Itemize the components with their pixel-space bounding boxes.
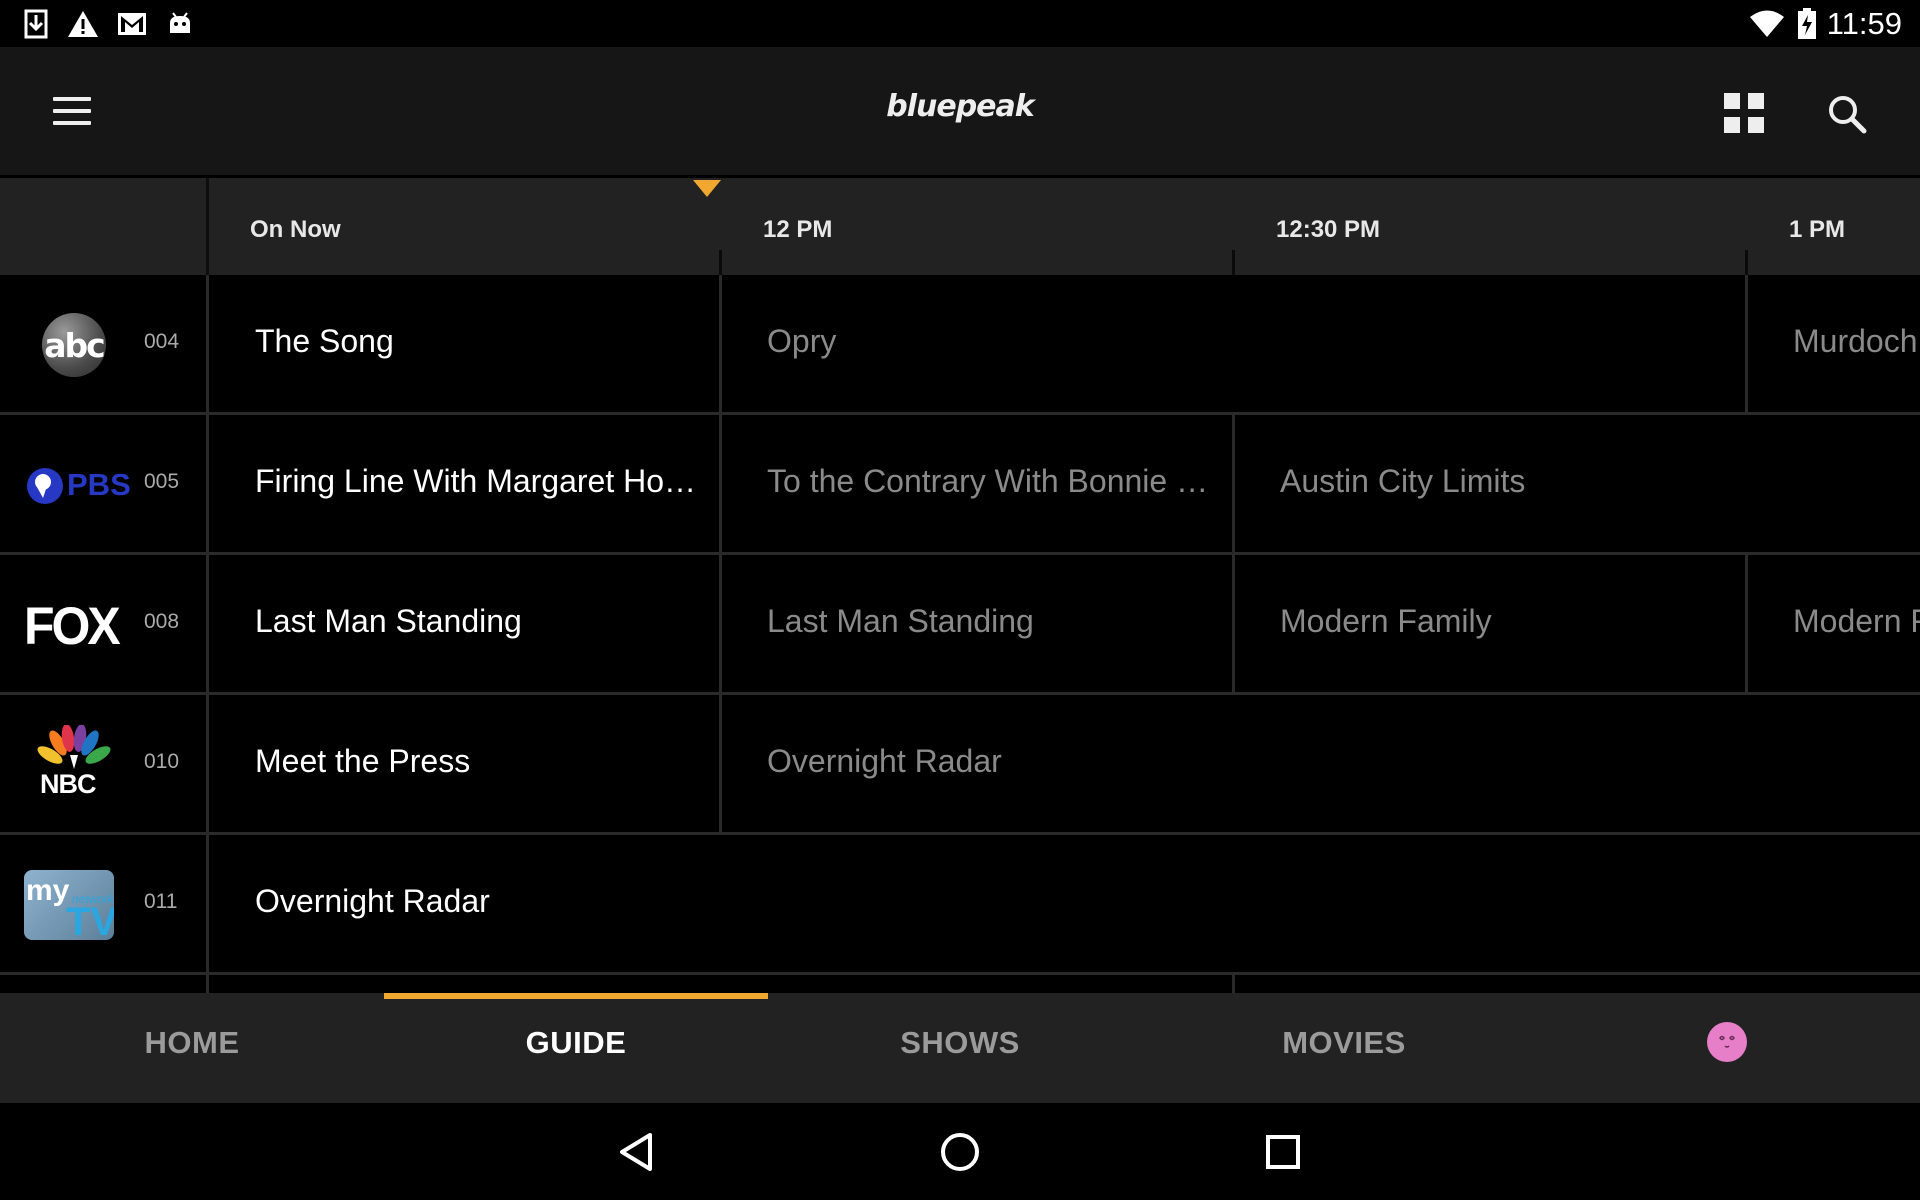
guide-grid: abc 004 The Song Opry Murdoch PBS 005 Fi… bbox=[0, 275, 1920, 993]
channel-number: 004 bbox=[144, 330, 180, 353]
channel-number: 010 bbox=[144, 750, 180, 773]
time-label-on-now: On Now bbox=[250, 216, 341, 243]
channel-number: 011 bbox=[144, 890, 178, 913]
channel-row: PBS 005 Firing Line With Margaret Ho… To… bbox=[0, 415, 1920, 555]
channel-cell[interactable]: abc 004 bbox=[0, 275, 209, 412]
program-cell[interactable]: Last Man Standing bbox=[722, 555, 1235, 692]
nbc-logo: NBC bbox=[34, 725, 114, 805]
time-label-1230pm: 12:30 PM bbox=[1276, 216, 1381, 243]
program-cell[interactable]: Austin City Limits bbox=[1235, 415, 1920, 552]
channel-cell[interactable]: NBC 010 bbox=[0, 695, 209, 832]
channel-row: abc 004 The Song Opry Murdoch bbox=[0, 275, 1920, 415]
program-cell[interactable]: Modern Family bbox=[1235, 555, 1748, 692]
fox-logo: FOX bbox=[24, 596, 121, 656]
time-tick bbox=[719, 250, 722, 275]
profile-avatar[interactable] bbox=[1707, 1022, 1747, 1062]
program-cell[interactable]: Opry bbox=[722, 275, 1748, 412]
program-title: Overnight Radar bbox=[255, 883, 490, 919]
program-cell[interactable]: Overnight Radar bbox=[722, 695, 1920, 832]
channel-number: 005 bbox=[144, 470, 180, 493]
bluepeak-logo: bluepeak bbox=[886, 89, 1034, 124]
gmail-icon bbox=[116, 8, 148, 40]
channel-row: FOX 008 Last Man Standing Last Man Stand… bbox=[0, 555, 1920, 695]
channel-cell[interactable]: PBS 005 bbox=[0, 415, 209, 552]
program-cell[interactable]: Last Man Standing bbox=[209, 555, 722, 692]
tab-guide[interactable]: GUIDE bbox=[384, 993, 768, 1103]
system-nav-bar bbox=[0, 1103, 1920, 1200]
abc-logo: abc bbox=[42, 313, 106, 377]
program-title: Austin City Limits bbox=[1280, 463, 1526, 499]
search-icon[interactable] bbox=[1820, 87, 1876, 143]
program-title: Modern Family bbox=[1280, 603, 1492, 639]
recents-square-icon[interactable] bbox=[1254, 1123, 1312, 1181]
android-icon bbox=[166, 8, 194, 40]
channel-cell bbox=[0, 975, 209, 993]
program-title: Firing Line With Margaret Ho… bbox=[255, 463, 697, 499]
time-header-corner bbox=[0, 178, 209, 275]
time-label-1pm: 1 PM bbox=[1789, 216, 1846, 243]
hamburger-menu-icon[interactable] bbox=[42, 89, 102, 133]
program-title: Overnight Radar bbox=[767, 743, 1002, 779]
time-label-12pm: 12 PM bbox=[763, 216, 833, 243]
program-title: Meet the Press bbox=[255, 743, 471, 779]
channel-row-partial bbox=[0, 975, 1920, 993]
channel-cell[interactable]: my network TV 011 bbox=[0, 835, 209, 972]
program-cell[interactable]: The Song bbox=[209, 275, 722, 412]
tab-shows[interactable]: SHOWS bbox=[768, 993, 1152, 1103]
program-title: Opry bbox=[767, 323, 837, 359]
home-circle-icon[interactable] bbox=[931, 1123, 989, 1181]
program-title: Last Man Standing bbox=[767, 603, 1034, 639]
program-cell[interactable]: Firing Line With Margaret Ho… bbox=[209, 415, 722, 552]
status-bar: 11:59 bbox=[0, 0, 1920, 47]
program-cell[interactable]: To the Contrary With Bonnie … bbox=[722, 415, 1235, 552]
program-title: Murdoch bbox=[1793, 323, 1918, 359]
program-title: Modern F bbox=[1793, 603, 1920, 639]
program-cell[interactable]: Modern F bbox=[1748, 555, 1920, 692]
download-icon bbox=[22, 8, 50, 40]
channel-row: NBC 010 Meet the Press Overnight Radar bbox=[0, 695, 1920, 835]
status-time: 11:59 bbox=[1826, 6, 1902, 41]
time-header: On Now 12 PM 12:30 PM 1 PM bbox=[0, 178, 1920, 275]
wifi-icon bbox=[1748, 8, 1786, 40]
battery-charging-icon bbox=[1796, 8, 1818, 40]
channel-row: my network TV 011 Overnight Radar bbox=[0, 835, 1920, 975]
program-cell[interactable]: Meet the Press bbox=[209, 695, 722, 832]
tab-movies[interactable]: MOVIES bbox=[1152, 993, 1536, 1103]
app-bar: bluepeak bbox=[0, 47, 1920, 175]
bottom-nav: HOME GUIDE SHOWS MOVIES bbox=[0, 993, 1920, 1103]
program-cell[interactable]: Murdoch bbox=[1748, 275, 1920, 412]
program-cell[interactable]: Overnight Radar bbox=[209, 835, 1920, 972]
time-tick bbox=[1745, 250, 1748, 275]
grid-view-icon[interactable] bbox=[1718, 87, 1770, 139]
pbs-logo: PBS bbox=[26, 466, 131, 506]
program-title: To the Contrary With Bonnie … bbox=[767, 463, 1209, 499]
current-time-marker bbox=[693, 180, 721, 197]
tab-home[interactable]: HOME bbox=[0, 993, 384, 1103]
time-tick bbox=[1232, 250, 1235, 275]
back-icon[interactable] bbox=[608, 1123, 666, 1181]
program-cell bbox=[209, 975, 1235, 993]
warning-icon bbox=[66, 8, 100, 40]
program-title: The Song bbox=[255, 323, 394, 359]
channel-cell[interactable]: FOX 008 bbox=[0, 555, 209, 692]
program-title: Last Man Standing bbox=[255, 603, 522, 639]
mynetworktv-logo: my network TV bbox=[24, 870, 114, 940]
channel-number: 008 bbox=[144, 610, 180, 633]
